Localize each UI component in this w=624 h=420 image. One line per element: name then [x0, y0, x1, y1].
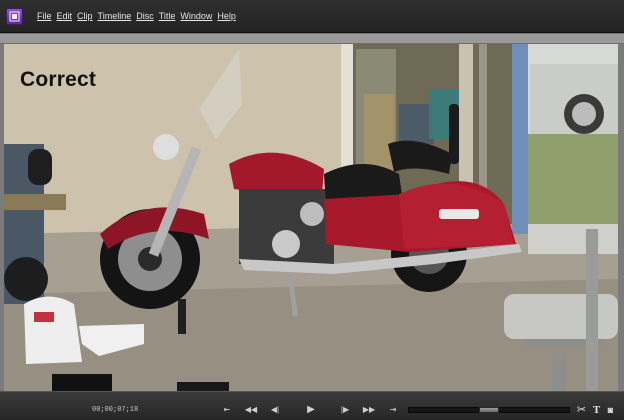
menu-disc[interactable]: Disc [136, 11, 154, 21]
rewind-icon[interactable]: ◀◀ [243, 403, 259, 416]
menu-items: File Edit Clip Timeline Disc Title Windo… [37, 11, 241, 21]
menu-help[interactable]: Help [217, 11, 236, 21]
video-frame-image [4, 44, 618, 391]
monitor-preview[interactable]: Correct [4, 44, 618, 391]
menu-edit[interactable]: Edit [57, 11, 73, 21]
shuttle-slider[interactable] [408, 407, 570, 413]
monitor-right-border [618, 44, 624, 391]
title-overlay-text[interactable]: Correct [20, 68, 96, 92]
menu-title[interactable]: Title [159, 11, 176, 21]
transport-bar: 00;00;07;18 ⇤ ◀◀ ◀| ▶ |▶ ▶▶ ⇥ ✂ T ◙ [0, 391, 624, 420]
menu-window[interactable]: Window [180, 11, 212, 21]
title-tool-icon[interactable]: T [590, 403, 603, 416]
monitor-header-strip [0, 33, 624, 44]
shuttle-slider-handle[interactable] [479, 407, 499, 413]
go-to-out-point-icon[interactable]: ⇥ [385, 403, 401, 416]
fast-forward-icon[interactable]: ▶▶ [361, 403, 377, 416]
film-app-icon[interactable] [6, 7, 23, 25]
timecode-display[interactable]: 00;00;07;18 [92, 406, 138, 414]
menu-clip[interactable]: Clip [77, 11, 93, 21]
menu-file[interactable]: File [37, 11, 52, 21]
step-back-icon[interactable]: ◀| [267, 403, 283, 416]
menu-bar: File Edit Clip Timeline Disc Title Windo… [0, 0, 624, 33]
film-strip-icon [9, 11, 20, 21]
camera-snapshot-icon[interactable]: ◙ [604, 403, 617, 416]
play-icon[interactable]: ▶ [303, 403, 319, 416]
scissors-icon[interactable]: ✂ [575, 403, 588, 416]
menu-timeline[interactable]: Timeline [98, 11, 132, 21]
go-to-in-point-icon[interactable]: ⇤ [219, 403, 235, 416]
step-forward-icon[interactable]: |▶ [337, 403, 353, 416]
